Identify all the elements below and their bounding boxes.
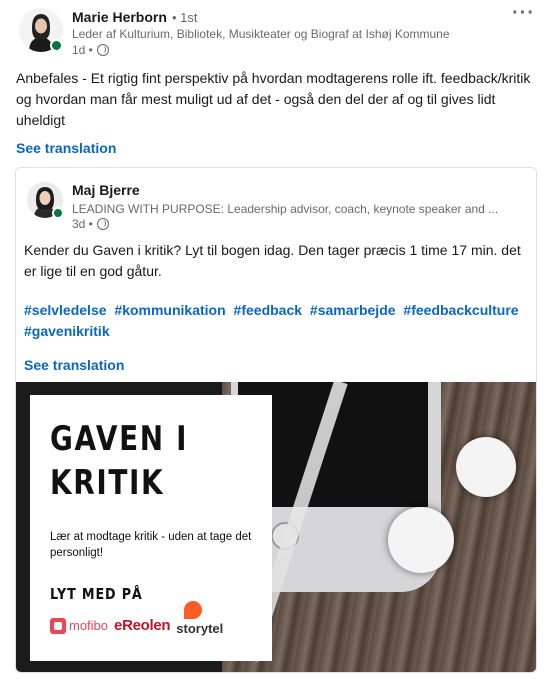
- book-title-line-2: KRITIK: [50, 463, 165, 503]
- ereolen-logo: eReolen: [114, 617, 171, 634]
- globe-icon: [96, 44, 109, 56]
- book-subtitle: Lær at modtage kritik - uden at tage det…: [50, 531, 252, 559]
- shared-post-time-label: 3d •: [72, 217, 93, 231]
- see-translation-link[interactable]: See translation: [16, 140, 116, 156]
- service-logos: mofibo eReolen storytel: [50, 601, 224, 636]
- globe-icon: [96, 218, 109, 230]
- author-name[interactable]: Marie Herborn: [72, 9, 167, 25]
- book-promo-card: GAVEN I KRITIK Lær at modtage kritik - u…: [30, 395, 272, 661]
- post-time-label: 1d •: [72, 43, 93, 57]
- hashtag-link[interactable]: #feedback: [234, 302, 302, 318]
- shared-post-time: 3d •: [72, 217, 109, 231]
- hashtag-link[interactable]: #gavenikritik: [24, 323, 110, 339]
- more-options-button[interactable]: ···: [512, 2, 535, 25]
- storytel-logo-text: storytel: [176, 621, 224, 636]
- author-headline: Leder af Kulturium, Bibliotek, Musikteat…: [72, 27, 450, 41]
- post-commentary: Anbefales - Et rigtig fint perspektiv på…: [16, 70, 531, 128]
- mofibo-logo-text: mofibo: [69, 618, 109, 633]
- earbud-icon: [456, 437, 516, 497]
- hashtag-link[interactable]: #feedbackculture: [403, 302, 518, 318]
- shared-online-status-indicator: [52, 207, 64, 219]
- mofibo-logo: mofibo: [50, 617, 109, 634]
- shared-see-translation-link[interactable]: See translation: [24, 357, 124, 373]
- book-title-line-1: GAVEN I: [50, 419, 189, 459]
- storytel-logo: storytel: [176, 601, 224, 636]
- shared-author-name[interactable]: Maj Bjerre: [72, 182, 140, 198]
- storytel-icon: [184, 601, 203, 619]
- hashtag-link[interactable]: #selvledelse: [24, 302, 107, 318]
- feed-post: Marie Herborn • 1st Leder af Kulturium, …: [0, 0, 553, 683]
- listen-on-label: LYT MED PÅ: [50, 585, 143, 603]
- mofibo-icon: [50, 617, 66, 634]
- connection-degree: • 1st: [172, 10, 198, 25]
- shared-post-card[interactable]: Maj Bjerre LEADING WITH PURPOSE: Leaders…: [15, 167, 537, 673]
- earbud-icon: [388, 507, 454, 573]
- hashtag-link[interactable]: #samarbejde: [310, 302, 396, 318]
- book-title: GAVEN I KRITIK: [50, 417, 188, 505]
- shared-author-headline: LEADING WITH PURPOSE: Leadership advisor…: [72, 202, 499, 216]
- hashtag-list: #selvledelse #kommunikation #feedback #s…: [24, 300, 529, 342]
- post-time: 1d •: [72, 43, 109, 57]
- post-image[interactable]: GAVEN I KRITIK Lær at modtage kritik - u…: [16, 382, 536, 672]
- shared-post-text: Kender du Gaven i kritik? Lyt til bogen …: [24, 242, 521, 279]
- online-status-indicator: [50, 39, 63, 52]
- hashtag-link[interactable]: #kommunikation: [114, 302, 225, 318]
